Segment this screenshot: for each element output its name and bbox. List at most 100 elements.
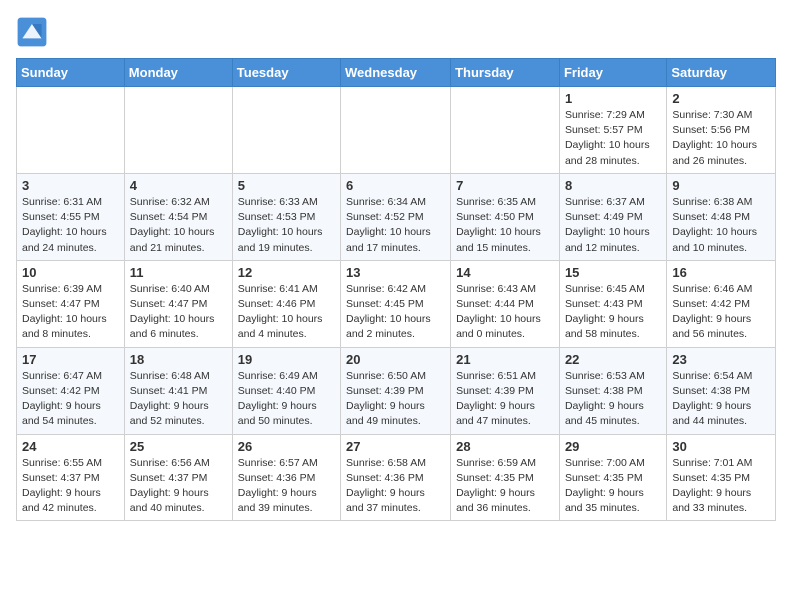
day-info: Sunrise: 7:00 AM Sunset: 4:35 PM Dayligh… (565, 456, 661, 517)
weekday-header-saturday: Saturday (667, 59, 776, 87)
calendar-week-row: 17Sunrise: 6:47 AM Sunset: 4:42 PM Dayli… (17, 347, 776, 434)
calendar-cell: 1 Sunrise: 7:29 AM Sunset: 5:57 PM Daylig… (559, 87, 666, 174)
day-info: Sunrise: 6:37 AM Sunset: 4:49 PM Dayligh… (565, 195, 661, 256)
day-number: 6 (346, 178, 445, 193)
day-number: 21 (456, 352, 554, 367)
calendar-cell: 5 Sunrise: 6:33 AM Sunset: 4:53 PM Daylig… (232, 173, 340, 260)
day-number: 1 (565, 91, 661, 106)
day-info: Sunrise: 6:40 AM Sunset: 4:47 PM Dayligh… (130, 282, 227, 343)
day-info: Sunrise: 6:57 AM Sunset: 4:36 PM Dayligh… (238, 456, 335, 517)
day-info: Sunrise: 6:35 AM Sunset: 4:50 PM Dayligh… (456, 195, 554, 256)
weekday-header-thursday: Thursday (451, 59, 560, 87)
day-info: Sunrise: 6:34 AM Sunset: 4:52 PM Dayligh… (346, 195, 445, 256)
weekday-header-monday: Monday (124, 59, 232, 87)
calendar-cell: 16 Sunrise: 6:46 AM Sunset: 4:42 PM Dayli… (667, 260, 776, 347)
calendar-cell: 26 Sunrise: 6:57 AM Sunset: 4:36 PM Dayli… (232, 434, 340, 521)
day-info: Sunrise: 6:54 AM Sunset: 4:38 PM Dayligh… (672, 369, 770, 430)
calendar-cell: 24 Sunrise: 6:55 AM Sunset: 4:37 PM Dayli… (17, 434, 125, 521)
day-number: 3 (22, 178, 119, 193)
day-info: Sunrise: 6:38 AM Sunset: 4:48 PM Dayligh… (672, 195, 770, 256)
day-number: 9 (672, 178, 770, 193)
day-info: Sunrise: 7:30 AM Sunset: 5:56 PM Dayligh… (672, 108, 770, 169)
day-info: Sunrise: 6:33 AM Sunset: 4:53 PM Dayligh… (238, 195, 335, 256)
day-number: 26 (238, 439, 335, 454)
calendar-cell: 22 Sunrise: 6:53 AM Sunset: 4:38 PM Dayli… (559, 347, 666, 434)
day-number: 23 (672, 352, 770, 367)
logo (16, 16, 52, 48)
day-number: 27 (346, 439, 445, 454)
day-number: 18 (130, 352, 227, 367)
calendar-cell: 14 Sunrise: 6:43 AM Sunset: 4:44 PM Dayli… (451, 260, 560, 347)
day-number: 10 (22, 265, 119, 280)
logo-icon (16, 16, 48, 48)
page-header (16, 16, 776, 48)
calendar-cell: 9 Sunrise: 6:38 AM Sunset: 4:48 PM Daylig… (667, 173, 776, 260)
day-number: 28 (456, 439, 554, 454)
day-info: Sunrise: 7:01 AM Sunset: 4:35 PM Dayligh… (672, 456, 770, 517)
calendar-cell: 11Sunrise: 6:40 AM Sunset: 4:47 PM Dayli… (124, 260, 232, 347)
day-info: Sunrise: 6:32 AM Sunset: 4:54 PM Dayligh… (130, 195, 227, 256)
calendar-cell (232, 87, 340, 174)
calendar-cell: 27 Sunrise: 6:58 AM Sunset: 4:36 PM Dayli… (341, 434, 451, 521)
day-info: Sunrise: 6:43 AM Sunset: 4:44 PM Dayligh… (456, 282, 554, 343)
calendar-week-row: 10 Sunrise: 6:39 AM Sunset: 4:47 PM Dayli… (17, 260, 776, 347)
day-number: 19 (238, 352, 335, 367)
calendar-cell: 3 Sunrise: 6:31 AM Sunset: 4:55 PM Daylig… (17, 173, 125, 260)
calendar-cell: 6 Sunrise: 6:34 AM Sunset: 4:52 PM Daylig… (341, 173, 451, 260)
day-info: Sunrise: 6:53 AM Sunset: 4:38 PM Dayligh… (565, 369, 661, 430)
calendar-cell: 12 Sunrise: 6:41 AM Sunset: 4:46 PM Dayli… (232, 260, 340, 347)
day-number: 7 (456, 178, 554, 193)
calendar-table: SundayMondayTuesdayWednesdayThursdayFrid… (16, 58, 776, 521)
calendar-cell: 7 Sunrise: 6:35 AM Sunset: 4:50 PM Daylig… (451, 173, 560, 260)
day-number: 17 (22, 352, 119, 367)
calendar-cell (124, 87, 232, 174)
calendar-cell: 10 Sunrise: 6:39 AM Sunset: 4:47 PM Dayli… (17, 260, 125, 347)
calendar-week-row: 3 Sunrise: 6:31 AM Sunset: 4:55 PM Daylig… (17, 173, 776, 260)
day-info: Sunrise: 6:50 AM Sunset: 4:39 PM Dayligh… (346, 369, 445, 430)
day-info: Sunrise: 6:58 AM Sunset: 4:36 PM Dayligh… (346, 456, 445, 517)
day-number: 12 (238, 265, 335, 280)
calendar-cell: 8 Sunrise: 6:37 AM Sunset: 4:49 PM Daylig… (559, 173, 666, 260)
day-info: Sunrise: 6:56 AM Sunset: 4:37 PM Dayligh… (130, 456, 227, 517)
day-number: 5 (238, 178, 335, 193)
calendar-cell: 28 Sunrise: 6:59 AM Sunset: 4:35 PM Dayli… (451, 434, 560, 521)
calendar-cell: 29 Sunrise: 7:00 AM Sunset: 4:35 PM Dayli… (559, 434, 666, 521)
calendar-cell: 20Sunrise: 6:50 AM Sunset: 4:39 PM Dayli… (341, 347, 451, 434)
day-info: Sunrise: 6:31 AM Sunset: 4:55 PM Dayligh… (22, 195, 119, 256)
calendar-cell (451, 87, 560, 174)
calendar-cell: 30 Sunrise: 7:01 AM Sunset: 4:35 PM Dayli… (667, 434, 776, 521)
day-number: 15 (565, 265, 661, 280)
calendar-cell: 2 Sunrise: 7:30 AM Sunset: 5:56 PM Daylig… (667, 87, 776, 174)
day-info: Sunrise: 6:55 AM Sunset: 4:37 PM Dayligh… (22, 456, 119, 517)
calendar-week-row: 1 Sunrise: 7:29 AM Sunset: 5:57 PM Daylig… (17, 87, 776, 174)
day-info: Sunrise: 6:51 AM Sunset: 4:39 PM Dayligh… (456, 369, 554, 430)
day-number: 8 (565, 178, 661, 193)
calendar-cell: 13Sunrise: 6:42 AM Sunset: 4:45 PM Dayli… (341, 260, 451, 347)
day-number: 14 (456, 265, 554, 280)
day-info: Sunrise: 6:45 AM Sunset: 4:43 PM Dayligh… (565, 282, 661, 343)
day-number: 16 (672, 265, 770, 280)
calendar-cell: 15 Sunrise: 6:45 AM Sunset: 4:43 PM Dayli… (559, 260, 666, 347)
calendar-header-row: SundayMondayTuesdayWednesdayThursdayFrid… (17, 59, 776, 87)
weekday-header-tuesday: Tuesday (232, 59, 340, 87)
calendar-cell (17, 87, 125, 174)
day-info: Sunrise: 6:41 AM Sunset: 4:46 PM Dayligh… (238, 282, 335, 343)
calendar-cell: 25 Sunrise: 6:56 AM Sunset: 4:37 PM Dayli… (124, 434, 232, 521)
day-number: 29 (565, 439, 661, 454)
day-number: 2 (672, 91, 770, 106)
weekday-header-friday: Friday (559, 59, 666, 87)
day-number: 24 (22, 439, 119, 454)
day-info: Sunrise: 7:29 AM Sunset: 5:57 PM Dayligh… (565, 108, 661, 169)
day-number: 25 (130, 439, 227, 454)
day-info: Sunrise: 6:49 AM Sunset: 4:40 PM Dayligh… (238, 369, 335, 430)
calendar-cell: 19 Sunrise: 6:49 AM Sunset: 4:40 PM Dayli… (232, 347, 340, 434)
day-info: Sunrise: 6:39 AM Sunset: 4:47 PM Dayligh… (22, 282, 119, 343)
day-info: Sunrise: 6:46 AM Sunset: 4:42 PM Dayligh… (672, 282, 770, 343)
day-info: Sunrise: 6:59 AM Sunset: 4:35 PM Dayligh… (456, 456, 554, 517)
calendar-cell: 23 Sunrise: 6:54 AM Sunset: 4:38 PM Dayli… (667, 347, 776, 434)
day-info: Sunrise: 6:42 AM Sunset: 4:45 PM Dayligh… (346, 282, 445, 343)
day-number: 30 (672, 439, 770, 454)
day-number: 22 (565, 352, 661, 367)
calendar-cell: 4Sunrise: 6:32 AM Sunset: 4:54 PM Daylig… (124, 173, 232, 260)
weekday-header-sunday: Sunday (17, 59, 125, 87)
